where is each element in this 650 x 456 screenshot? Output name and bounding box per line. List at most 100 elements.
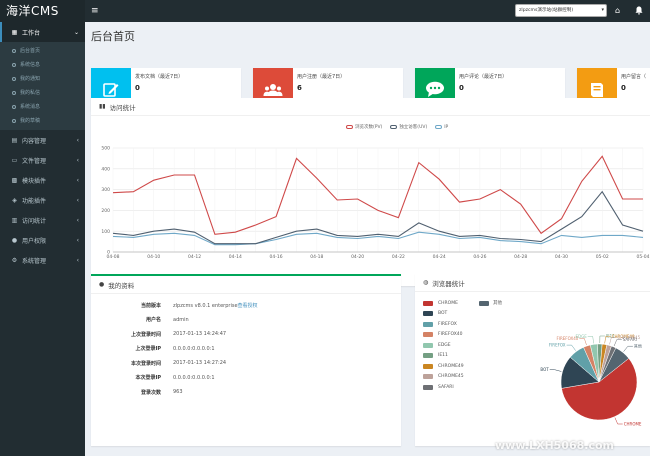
stat-value: 0 xyxy=(459,84,464,92)
chevron-down-icon: ⌄ xyxy=(73,28,79,36)
y-tick-label: 500 xyxy=(101,146,110,152)
y-tick-label: 300 xyxy=(101,187,110,193)
table-row: 上次登录时间 2017-01-13 14:24:47 xyxy=(130,331,227,338)
watermark: www.LXH5068.com xyxy=(495,439,614,452)
pie-label: BOT xyxy=(540,367,549,372)
x-tick-label: 04-22 xyxy=(392,254,405,260)
stat-value: 0 xyxy=(620,84,626,92)
y-tick-label: 100 xyxy=(101,229,110,235)
x-tick-label: 04-08 xyxy=(106,254,119,260)
table-row: 本次登录时间 2017-01-13 14:27:24 xyxy=(130,360,227,367)
pie-label: CHROME xyxy=(624,422,642,427)
pie-label-line xyxy=(579,338,587,346)
x-tick-label: 04-18 xyxy=(310,254,323,260)
x-tick-label: 04-16 xyxy=(270,254,283,260)
panel-header: ● 我的资料 xyxy=(91,276,401,294)
stat-label: 用户留言（ xyxy=(620,74,646,80)
chevron-left-icon: ‹ xyxy=(76,176,79,184)
x-tick-label: 04-24 xyxy=(433,254,446,260)
circle-icon xyxy=(12,48,16,53)
browser-pie-chart: CHROMEBOTFIREFOXFIREFOX40EDGE IE11CHROME4… xyxy=(540,334,642,427)
x-tick-label: 05-02 xyxy=(596,254,609,260)
pie-label-line xyxy=(613,339,622,347)
chevron-down-icon: ▾ xyxy=(601,7,604,13)
submenu-item-messages[interactable]: 我的私信 xyxy=(0,86,85,100)
y-tick-label: 400 xyxy=(101,166,110,172)
pie-label-line xyxy=(549,369,562,372)
pie-label-line xyxy=(566,344,576,351)
table-row: 用户名 admin xyxy=(145,316,189,324)
chevron-left-icon: ‹ xyxy=(76,136,79,144)
sidebar-item-stats[interactable]: ▥ 访问统计 ‹ xyxy=(0,210,85,230)
file-icon: ▭ xyxy=(11,156,18,164)
home-icon[interactable]: ⌂ xyxy=(615,0,620,22)
sidebar: 海洋CMS ▦ 工作台 ⌄ 后台首页 系统信息 我的通知 我的私信 系统消息 我… xyxy=(0,0,85,456)
table-row: 当前版本 zlpzcms v8.0.1 enterprise查看授权 xyxy=(140,302,258,309)
stat-label: 用户注册（最近7日） xyxy=(297,74,346,80)
gear-icon: ⚙ xyxy=(11,256,18,264)
browsers-panel: ◍ 浏览器统计 CHROME BOT FIREFOX FIREFOX40 EDGE IE1… xyxy=(415,274,650,446)
sidebar-item-label: 模块插件 xyxy=(22,177,47,185)
panel-title: 我的资料 xyxy=(108,281,135,290)
license-link[interactable]: 查看授权 xyxy=(238,303,258,309)
x-tick-label: 04-12 xyxy=(188,254,201,260)
visits-panel: ▮▮ 访问统计 浏览次数(PV) 独立访客(UV) IP 0 100 200 300 4… xyxy=(91,98,650,286)
pie-label: EDGE xyxy=(575,334,587,339)
circle-icon xyxy=(12,90,16,95)
chevron-left-icon: ‹ xyxy=(76,236,79,244)
stat-label: 发布文档（最近7日） xyxy=(135,74,184,80)
stat-label: 用户评论（最近7日） xyxy=(459,74,508,80)
submenu-item-home[interactable]: 后台首页 xyxy=(0,44,85,58)
table-row: 上次登录IP 0.0.0.0:0.0.0.0:1 xyxy=(135,345,215,353)
sidebar-item-features[interactable]: ◈ 功能插件 ‹ xyxy=(0,190,85,210)
sidebar-item-label: 工作台 xyxy=(22,29,41,37)
user-icon: ● xyxy=(99,281,105,288)
topbar: ≡ zlpzcms演示站(站群控制) ▾ ⌂ xyxy=(85,0,650,22)
sidebar-item-label: 内容管理 xyxy=(22,137,47,145)
chevron-left-icon: ‹ xyxy=(76,216,79,224)
circle-icon xyxy=(12,76,16,81)
sidebar-item-system[interactable]: ⚙ 系统管理 ‹ xyxy=(0,250,85,270)
sidebar-item-users[interactable]: ● 用户权限 ‹ xyxy=(0,230,85,250)
chevron-left-icon: ‹ xyxy=(76,196,79,204)
sidebar-submenu: 后台首页 系统信息 我的通知 我的私信 系统消息 我的草稿 xyxy=(0,42,85,130)
pie-label-line xyxy=(614,417,623,425)
sidebar-item-label: 用户权限 xyxy=(22,237,47,245)
x-tick-label: 04-14 xyxy=(229,254,242,260)
sidebar-item-label: 文件管理 xyxy=(22,157,47,165)
bell-icon[interactable] xyxy=(635,0,643,22)
submenu-item-system-info[interactable]: 系统信息 xyxy=(0,58,85,72)
submenu-item-drafts[interactable]: 我的草稿 xyxy=(0,114,85,128)
brand-logo[interactable]: 海洋CMS xyxy=(0,0,85,22)
stat-value: 6 xyxy=(297,84,302,92)
chevron-left-icon: ‹ xyxy=(76,156,79,164)
submenu-item-system-messages[interactable]: 系统消息 xyxy=(0,100,85,114)
sidebar-item-label: 系统管理 xyxy=(22,257,47,265)
page-title: 后台首页 xyxy=(91,30,135,43)
profile-table: 当前版本 zlpzcms v8.0.1 enterprise查看授权 用户名 adm… xyxy=(91,298,401,400)
table-row: 本次登录IP 0.0.0.0:0.0.0.0:1 xyxy=(135,374,215,382)
pie-label-line xyxy=(623,345,633,352)
sidebar-item-modules[interactable]: ▩ 模块插件 ‹ xyxy=(0,170,85,190)
sidebar-menu: ▦ 工作台 ⌄ 后台首页 系统信息 我的通知 我的私信 系统消息 我的草稿 ▤ … xyxy=(0,22,85,270)
sidebar-item-files[interactable]: ▭ 文件管理 ‹ xyxy=(0,150,85,170)
user-icon: ● xyxy=(11,236,18,244)
chevron-left-icon: ‹ xyxy=(76,256,79,264)
sidebar-item-dashboard[interactable]: ▦ 工作台 ⌄ xyxy=(0,22,85,42)
feature-icon: ◈ xyxy=(12,196,17,204)
pie-label: SAFARI xyxy=(623,337,637,342)
circle-icon xyxy=(12,104,16,109)
pie-label: FIREFOX xyxy=(549,343,566,348)
menu-icon[interactable]: ≡ xyxy=(91,0,99,22)
pie-label-line xyxy=(587,336,594,344)
stat-value: 0 xyxy=(135,84,140,92)
submenu-item-notifications[interactable]: 我的通知 xyxy=(0,72,85,86)
content-icon: ▤ xyxy=(11,136,18,144)
x-tick-label: 04-10 xyxy=(147,254,160,260)
x-tick-label: 04-28 xyxy=(514,254,527,260)
x-tick-label: 04-26 xyxy=(473,254,486,260)
site-select[interactable]: zlpzcms演示站(站群控制) ▾ xyxy=(515,4,607,17)
profile-panel: ● 我的资料 当前版本 zlpzcms v8.0.1 enterprise查看授权… xyxy=(91,274,401,446)
sidebar-item-content[interactable]: ▤ 内容管理 ‹ xyxy=(0,130,85,150)
sidebar-item-label: 功能插件 xyxy=(22,197,47,205)
